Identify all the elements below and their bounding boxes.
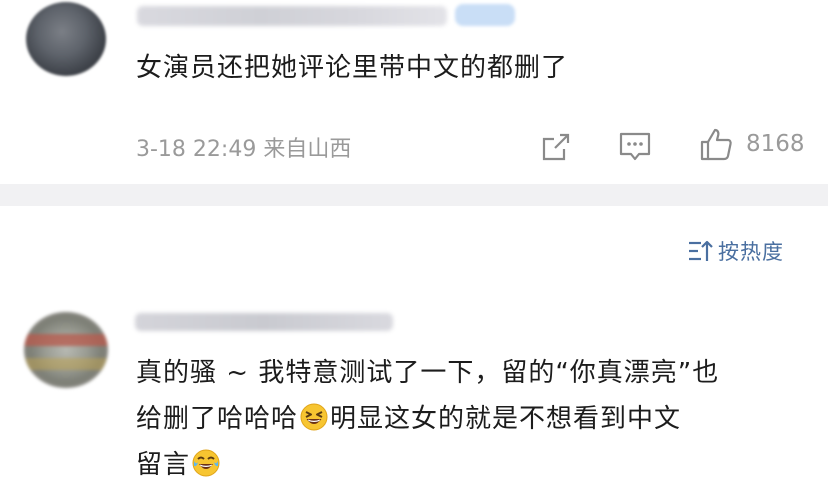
username-blurred[interactable] [135,313,393,331]
user-badge [455,4,515,26]
avatar[interactable] [26,2,106,76]
comment-text-line: 给删了哈哈哈 明显这女的就是不想看到中文 [136,398,681,435]
sort-toggle[interactable]: 按热度 [688,236,784,266]
comment-text: 真的骚 ~ 我特意测试了一下，留的“你真漂亮”也 [136,358,720,388]
comment-text: 女演员还把她评论里带中文的都删了 [136,53,569,83]
sort-icon [689,240,713,261]
comment-text: 给删了哈哈哈 [136,404,299,434]
comment-text-line: 真的骚 ~ 我特意测试了一下，留的“你真漂亮”也 [136,352,719,389]
reply-icon[interactable] [618,131,652,163]
tears-of-joy-emoji [192,449,220,476]
grinning-squint-emoji [300,403,328,430]
comment-text: 留言 [136,450,191,480]
sort-label: 按热度 [718,240,784,264]
username-blurred[interactable] [137,6,447,26]
share-icon[interactable] [540,131,572,163]
like-icon[interactable] [699,127,733,161]
comment-meta: 3-18 22:49 来自山西 [136,137,352,162]
like-count: 8168 [746,131,805,157]
section-divider [0,184,828,206]
avatar[interactable] [24,312,108,388]
comment-text-line: 留言 [136,444,222,481]
comment-text: 明显这女的就是不想看到中文 [330,404,682,434]
